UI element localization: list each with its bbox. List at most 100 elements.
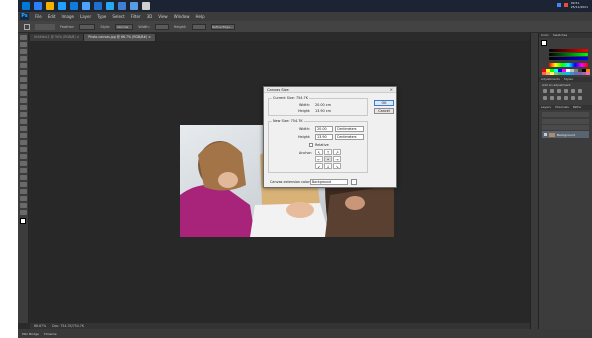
network-icon[interactable] [556,3,561,7]
menu-edit[interactable]: Edit [48,14,56,19]
menu-window[interactable]: Window [174,14,190,19]
ok-button[interactable]: OK [374,100,394,106]
vibrance-icon[interactable] [571,89,575,93]
menu-image[interactable]: Image [61,14,74,19]
tab-channels[interactable]: Channels [555,105,569,110]
selection-mode-buttons[interactable] [35,23,55,30]
foreground-swatch[interactable] [20,218,26,224]
blend-mode-select[interactable] [542,119,589,124]
anchor-top[interactable]: ↑ [324,149,332,155]
feather-input[interactable] [79,23,96,30]
tool-icon[interactable] [19,175,27,180]
hue-icon[interactable] [578,89,582,93]
mini-bridge-tab[interactable]: Mini Bridge [22,332,39,336]
menu-layer[interactable]: Layer [80,14,91,19]
tab-adjustments[interactable]: Adjustments [541,77,560,82]
anchor-bottom-left[interactable]: ↙ [315,163,323,169]
tab-paths[interactable]: Paths [573,105,581,110]
dialog-titlebar[interactable]: Canvas Size × [264,87,396,93]
width-unit-select[interactable]: Centimeters [335,126,364,132]
height-input[interactable] [191,23,206,30]
menu-file[interactable]: File [35,14,42,19]
tool-icon[interactable] [19,168,27,173]
curves-icon[interactable] [557,89,561,93]
foreground-color[interactable] [541,40,547,46]
tab-styles[interactable]: Styles [564,77,573,82]
extension-color-select[interactable]: Background [310,179,348,185]
tool-icon[interactable] [19,182,27,187]
taskbar-app-icon[interactable] [142,2,150,10]
tool-icon[interactable] [19,105,27,110]
menu-select[interactable]: Select [112,14,124,19]
zoom-level[interactable]: 66.67% [34,324,46,328]
anchor-bottom-right[interactable]: ↘ [333,163,341,169]
tool-icon[interactable] [19,154,27,159]
tool-icon[interactable] [19,56,27,61]
tool-icon[interactable] [19,91,27,96]
visibility-icon[interactable] [544,133,547,136]
red-slider[interactable] [549,49,588,52]
cancel-button[interactable]: Cancel [374,108,394,114]
taskbar-app-icon[interactable] [94,2,102,10]
tab-swatches[interactable]: Swatches [553,33,567,38]
layer-row[interactable]: Background [542,131,589,138]
taskbar-app-icon[interactable] [130,2,138,10]
tool-icon[interactable] [19,196,27,201]
tool-icon[interactable] [19,161,27,166]
tool-icon[interactable] [19,210,27,215]
marquee-tool-icon[interactable] [24,23,30,30]
tool-icon[interactable] [19,35,27,40]
canvas-area[interactable]: Canvas Size × Current Size: 754.7K Width… [30,41,530,323]
anchor-bottom[interactable]: ↓ [324,163,332,169]
refine-edge-button[interactable]: Refine Edge... [210,23,235,30]
tab-photo[interactable]: Photo-canvas.jpg @ 66.7% (RGB/8#) × [84,34,156,41]
balance-icon[interactable] [543,96,547,100]
width-input[interactable] [154,23,169,30]
anchor-center[interactable]: • [324,156,332,162]
tool-icon[interactable] [19,189,27,194]
tab-color[interactable]: Color [541,33,549,38]
menu-view[interactable]: View [158,14,168,19]
tab-layers[interactable]: Layers [541,105,551,110]
tool-icon[interactable] [19,49,27,54]
tool-icon[interactable] [19,84,27,89]
menu-3d[interactable]: 3D [147,14,153,19]
height-input[interactable]: 13.90 [315,134,333,140]
style-select[interactable]: Normal [115,23,134,30]
invert-icon[interactable] [578,96,582,100]
menu-type[interactable]: Type [97,14,106,19]
blue-slider[interactable] [549,57,588,60]
anchor-top-left[interactable]: ↖ [315,149,323,155]
taskbar-app-icon[interactable] [70,2,78,10]
mixer-icon[interactable] [564,96,568,100]
tool-icon[interactable] [19,112,27,117]
green-slider[interactable] [549,53,588,56]
width-input[interactable]: 20.00 [315,126,333,132]
tool-icon[interactable] [19,70,27,75]
clock[interactable]: 09:51 25/11/2021 [571,1,588,9]
brightness-icon[interactable] [543,89,547,93]
bw-icon[interactable] [550,96,554,100]
relative-checkbox[interactable] [309,143,313,147]
tool-icon[interactable] [19,119,27,124]
timeline-tab[interactable]: Timeline [44,332,57,336]
color-ramp[interactable] [549,63,588,67]
swatch[interactable] [586,72,590,75]
extension-color-swatch[interactable] [351,179,357,185]
photo-filter-icon[interactable] [557,96,561,100]
tool-icon[interactable] [19,140,27,145]
tool-icon[interactable] [19,98,27,103]
layer-filter[interactable] [542,112,589,117]
tool-icon[interactable] [19,77,27,82]
tool-icon[interactable] [19,63,27,68]
tool-icon[interactable] [19,147,27,152]
levels-icon[interactable] [550,89,554,93]
close-icon[interactable]: × [390,87,393,93]
tool-icon[interactable] [19,133,27,138]
taskbar-app-icon[interactable] [22,2,30,10]
tool-icon[interactable] [19,203,27,208]
exposure-icon[interactable] [564,89,568,93]
tool-icon[interactable] [19,126,27,131]
anchor-left[interactable]: ← [315,156,323,162]
menu-help[interactable]: Help [195,14,204,19]
